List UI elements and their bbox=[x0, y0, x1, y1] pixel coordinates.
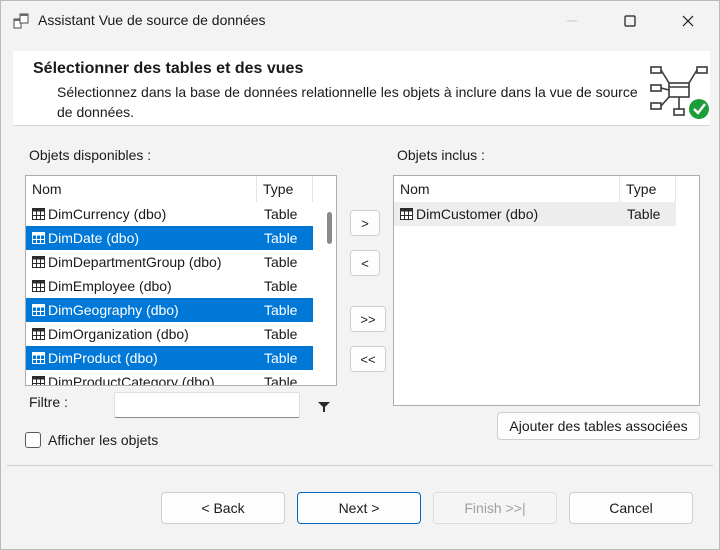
close-button[interactable] bbox=[664, 1, 712, 41]
back-button[interactable]: < Back bbox=[161, 492, 285, 524]
filter-label: Filtre : bbox=[29, 394, 68, 410]
remove-selected-button[interactable]: < bbox=[350, 250, 380, 276]
item-name: DimDepartmentGroup (dbo) bbox=[48, 254, 222, 270]
window-title: Assistant Vue de source de données bbox=[38, 12, 266, 28]
included-objects-label: Objets inclus : bbox=[397, 147, 485, 163]
column-header-name[interactable]: Nom bbox=[394, 176, 620, 202]
page-title: Sélectionner des tables et des vues bbox=[33, 60, 304, 77]
table-icon bbox=[32, 256, 45, 268]
filter-input[interactable] bbox=[114, 392, 300, 418]
list-item[interactable]: DimDate (dbo) Table bbox=[26, 226, 313, 250]
item-name: DimDate (dbo) bbox=[48, 230, 140, 246]
item-type: Table bbox=[264, 230, 298, 246]
add-related-tables-button[interactable]: Ajouter des tables associées bbox=[497, 412, 700, 440]
item-type: Table bbox=[264, 278, 298, 294]
item-type: Table bbox=[264, 326, 298, 342]
cancel-button[interactable]: Cancel bbox=[569, 492, 693, 524]
table-icon bbox=[32, 376, 45, 385]
list-item[interactable]: DimProduct (dbo) Table bbox=[26, 346, 313, 370]
item-name: DimProduct (dbo) bbox=[48, 350, 158, 366]
table-icon bbox=[32, 232, 45, 244]
wizard-window: Assistant Vue de source de données Sélec… bbox=[0, 0, 720, 550]
title-bar: Assistant Vue de source de données bbox=[1, 1, 719, 41]
add-selected-button[interactable]: > bbox=[350, 210, 380, 236]
footer-separator bbox=[7, 465, 713, 466]
table-icon bbox=[32, 208, 45, 220]
item-type: Table bbox=[264, 206, 298, 222]
list-item[interactable]: DimCustomer (dbo) Table bbox=[394, 202, 676, 226]
network-check-icon bbox=[650, 66, 709, 119]
item-type: Table bbox=[264, 302, 298, 318]
next-button[interactable]: Next > bbox=[297, 492, 421, 524]
item-type: Table bbox=[264, 374, 298, 386]
item-type: Table bbox=[627, 206, 661, 222]
list-item[interactable]: DimDepartmentGroup (dbo) Table bbox=[26, 250, 313, 274]
close-icon bbox=[682, 15, 694, 27]
filter-funnel-icon[interactable] bbox=[318, 401, 330, 413]
included-objects-list[interactable]: Nom Type DimCustomer (dbo) Table bbox=[393, 175, 700, 406]
column-header-name[interactable]: Nom bbox=[26, 176, 257, 202]
vertical-scrollbar[interactable] bbox=[322, 202, 336, 385]
remove-all-button[interactable]: << bbox=[350, 346, 386, 372]
list-item[interactable]: DimGeography (dbo) Table bbox=[26, 298, 313, 322]
show-objects-label: Afficher les objets bbox=[48, 432, 159, 448]
available-objects-list[interactable]: Nom Type DimCurrency (dbo) Table DimDate (… bbox=[25, 175, 337, 386]
item-type: Table bbox=[264, 254, 298, 270]
column-header-type[interactable]: Type bbox=[620, 176, 676, 202]
list-item[interactable]: DimCurrency (dbo) Table bbox=[26, 202, 313, 226]
scrollbar-thumb[interactable] bbox=[327, 212, 332, 244]
list-item[interactable]: DimEmployee (dbo) Table bbox=[26, 274, 313, 298]
minimize-button[interactable] bbox=[548, 1, 596, 41]
available-objects-label: Objets disponibles : bbox=[29, 147, 152, 163]
list-header: Nom Type bbox=[26, 176, 336, 202]
item-name: DimGeography (dbo) bbox=[48, 302, 179, 318]
list-item[interactable]: DimOrganization (dbo) Table bbox=[26, 322, 313, 346]
column-header-type[interactable]: Type bbox=[257, 176, 313, 202]
item-name: DimEmployee (dbo) bbox=[48, 278, 172, 294]
item-name: DimCurrency (dbo) bbox=[48, 206, 167, 222]
finish-button[interactable]: Finish >>| bbox=[433, 492, 557, 524]
item-name: DimCustomer (dbo) bbox=[416, 206, 539, 222]
page-description: Sélectionnez dans la base de données rel… bbox=[57, 84, 638, 120]
table-icon bbox=[32, 328, 45, 340]
table-icon bbox=[400, 208, 413, 220]
table-icon bbox=[32, 304, 45, 316]
list-header: Nom Type bbox=[394, 176, 699, 202]
list-item[interactable]: DimProductCategory (dbo) Table bbox=[26, 370, 313, 386]
maximize-icon bbox=[624, 15, 636, 27]
show-objects-checkbox[interactable] bbox=[25, 432, 41, 448]
add-all-button[interactable]: >> bbox=[350, 306, 386, 332]
item-name: DimProductCategory (dbo) bbox=[48, 374, 215, 386]
data-source-view-icon bbox=[13, 13, 29, 29]
maximize-button[interactable] bbox=[606, 1, 654, 41]
minimize-icon bbox=[567, 20, 577, 22]
table-icon bbox=[32, 280, 45, 292]
item-type: Table bbox=[264, 350, 298, 366]
item-name: DimOrganization (dbo) bbox=[48, 326, 189, 342]
wizard-header: Sélectionner des tables et des vues Séle… bbox=[13, 51, 710, 126]
table-icon bbox=[32, 352, 45, 364]
